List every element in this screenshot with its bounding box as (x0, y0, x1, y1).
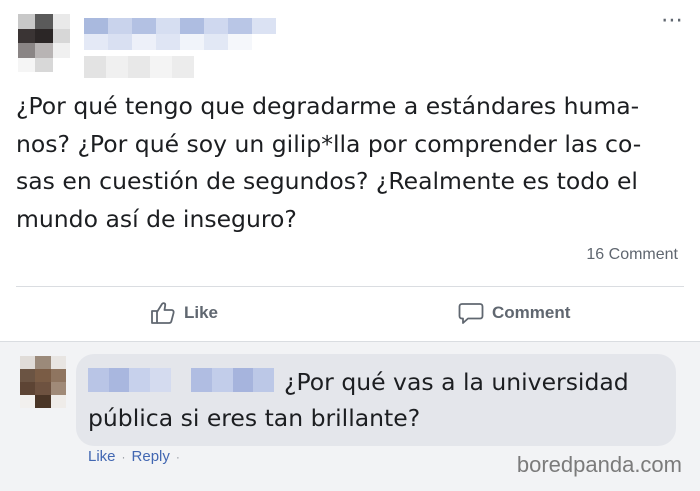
separator-dot: · (175, 449, 180, 464)
watermark: boredpanda.com (516, 452, 682, 477)
commenter-avatar-blurred[interactable] (20, 356, 66, 408)
comment-button-label: Comment (492, 303, 571, 322)
post-text-line: mundo así de inseguro? (16, 204, 297, 233)
post-text-line: ¿Por qué tengo que degradarme a estándar… (16, 92, 640, 120)
post-meta-blurred (84, 56, 194, 78)
comment-reply-link[interactable]: Reply (132, 448, 170, 465)
comment-count-link[interactable]: 16 Comment (586, 246, 678, 264)
comment-like-link[interactable]: Like (88, 448, 116, 465)
post-text-line: sas en cuestión de segundos? ¿Realmente … (16, 167, 638, 195)
poster-name-blurred[interactable] (84, 18, 276, 50)
post-card: ⋯ ¿Por qué tengo que degradarme a estánd… (0, 0, 700, 341)
comment-text-line: pública si eres tan brillante? (88, 404, 421, 432)
comment-button[interactable]: Comment (458, 300, 570, 326)
separator-dot: · (121, 449, 126, 464)
like-button[interactable]: Like (150, 300, 218, 326)
post-text: ¿Por qué tengo que degradarme a estándar… (16, 88, 676, 238)
post-text-line: nos? ¿Por qué soy un gilip*lla por compr… (16, 129, 642, 158)
divider (16, 286, 684, 287)
speech-bubble-icon (458, 303, 484, 324)
thumbs-up-icon (151, 302, 175, 324)
comment-actions: Like · Reply · (88, 448, 180, 465)
more-options-icon[interactable]: ⋯ (661, 10, 684, 32)
comment-text-line: ¿Por qué vas a la universidad (284, 368, 629, 396)
poster-avatar-blurred[interactable] (18, 14, 70, 72)
like-button-label: Like (184, 303, 219, 322)
comment-text: ¿Por qué vas a la universidad pública si… (88, 364, 668, 436)
